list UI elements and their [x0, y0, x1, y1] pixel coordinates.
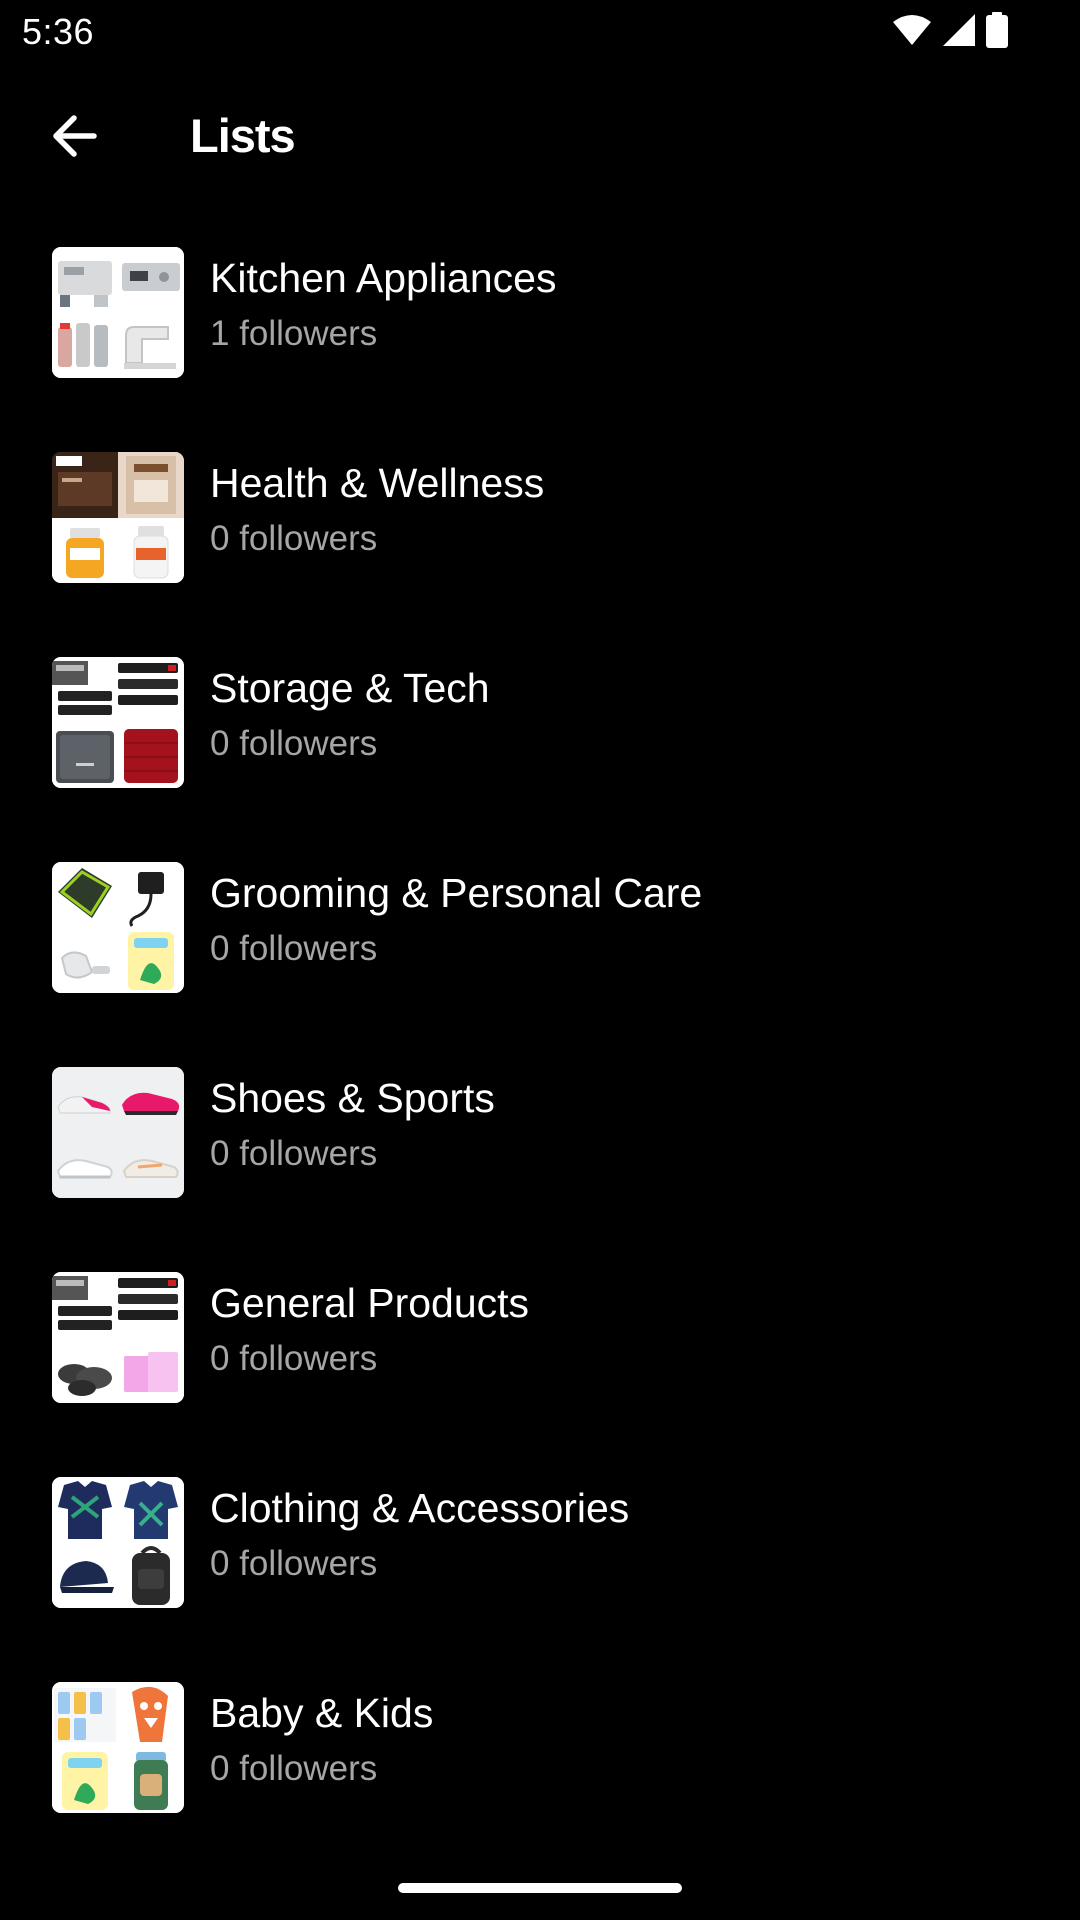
list-followers: 0 followers — [210, 1544, 378, 1583]
cellular-signal-icon — [942, 13, 976, 52]
status-time: 5:36 — [22, 11, 95, 52]
list-item-text: Shoes & Sports 0 followers — [210, 1072, 1060, 1176]
list-title: Baby & Kids — [210, 1690, 434, 1736]
battery-icon — [986, 11, 1008, 53]
list-thumbnail — [52, 1067, 184, 1198]
list-item-text: Baby & Kids 0 followers — [210, 1687, 1060, 1791]
lists-container: Kitchen Appliances 1 followers Health & … — [0, 230, 1080, 1870]
list-item-text: Kitchen Appliances 1 followers — [210, 252, 1060, 356]
list-thumbnail — [52, 1477, 184, 1608]
list-item-text: General Products 0 followers — [210, 1277, 1060, 1381]
app-bar: Lists — [0, 90, 1080, 182]
list-title: Clothing & Accessories — [210, 1485, 630, 1531]
list-followers: 0 followers — [210, 724, 378, 763]
gesture-navigation-handle[interactable] — [398, 1883, 682, 1893]
list-item-text: Grooming & Personal Care 0 followers — [210, 867, 1060, 971]
list-title: Shoes & Sports — [210, 1075, 495, 1121]
list-thumbnail — [52, 1272, 184, 1403]
list-thumbnail — [52, 1682, 184, 1813]
arrow-left-icon — [50, 114, 98, 163]
wifi-icon — [892, 14, 932, 51]
status-bar: 5:36 — [0, 0, 1080, 64]
list-title: General Products — [210, 1280, 530, 1326]
list-item-text: Clothing & Accessories 0 followers — [210, 1482, 1060, 1586]
list-thumbnail — [52, 452, 184, 583]
list-title: Kitchen Appliances — [210, 255, 557, 301]
list-item[interactable]: Health & Wellness 0 followers — [0, 435, 1080, 640]
list-followers: 0 followers — [210, 929, 378, 968]
list-thumbnail — [52, 657, 184, 788]
list-item[interactable]: Storage & Tech 0 followers — [0, 640, 1080, 845]
list-item[interactable]: Shoes & Sports 0 followers — [0, 1050, 1080, 1255]
list-followers: 0 followers — [210, 1749, 378, 1788]
list-item[interactable]: Grooming & Personal Care 0 followers — [0, 845, 1080, 1050]
list-followers: 0 followers — [210, 1134, 378, 1173]
back-button[interactable] — [40, 104, 108, 172]
list-title: Grooming & Personal Care — [210, 870, 703, 916]
list-thumbnail — [52, 247, 184, 378]
page-title: Lists — [190, 109, 296, 162]
list-followers: 0 followers — [210, 1339, 378, 1378]
list-title: Storage & Tech — [210, 665, 490, 711]
list-item[interactable]: Clothing & Accessories 0 followers — [0, 1460, 1080, 1665]
list-item-text: Storage & Tech 0 followers — [210, 662, 1060, 766]
list-followers: 0 followers — [210, 519, 378, 558]
list-followers: 1 followers — [210, 314, 378, 353]
status-icons — [892, 11, 1008, 53]
list-thumbnail — [52, 862, 184, 993]
list-item[interactable]: Baby & Kids 0 followers — [0, 1665, 1080, 1870]
list-item[interactable]: Kitchen Appliances 1 followers — [0, 230, 1080, 435]
list-item[interactable]: General Products 0 followers — [0, 1255, 1080, 1460]
list-title: Health & Wellness — [210, 460, 545, 506]
list-item-text: Health & Wellness 0 followers — [210, 457, 1060, 561]
